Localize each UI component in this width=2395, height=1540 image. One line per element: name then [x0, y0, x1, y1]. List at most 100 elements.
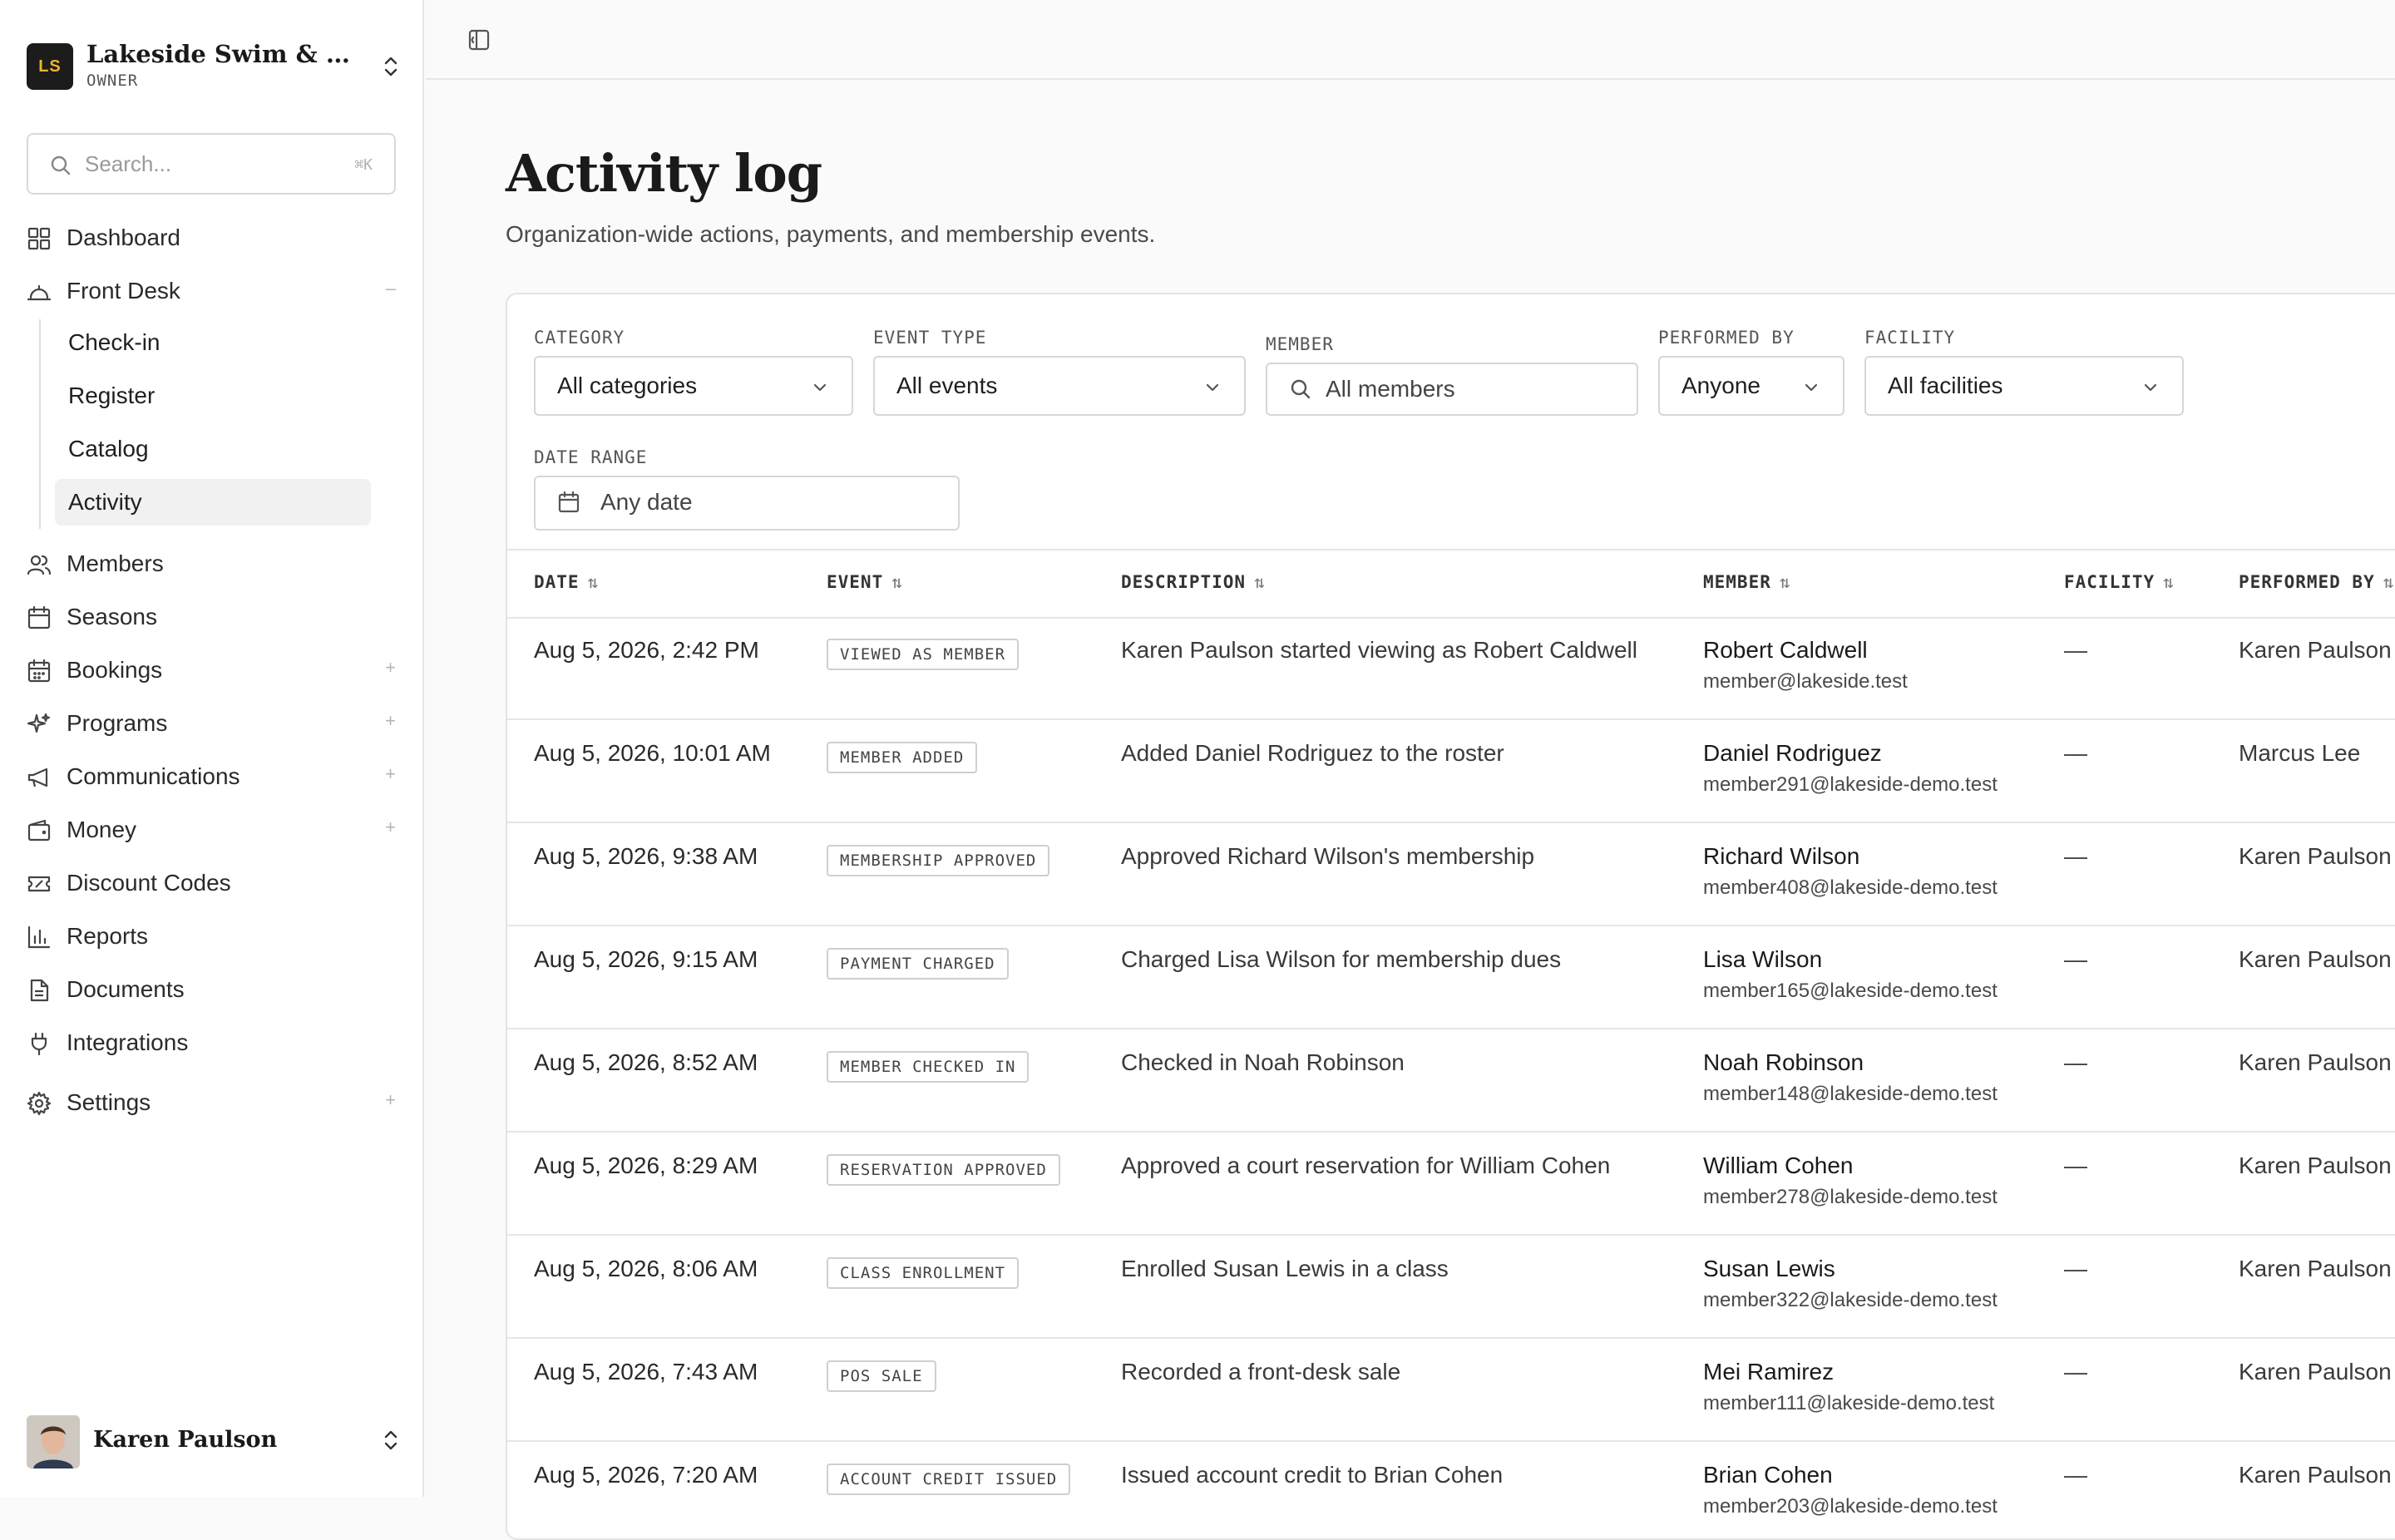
cell-description: Approved a court reservation for William… [1121, 1153, 1611, 1178]
cell-performed-by: Karen Paulson [2239, 1256, 2392, 1281]
event-badge: POS SALE [827, 1360, 936, 1392]
cell-member-name[interactable]: Noah Robinson [1703, 1049, 1864, 1076]
sidebar-item-bookings[interactable]: Bookings + [27, 649, 401, 692]
expand-toggle[interactable]: + [385, 657, 396, 679]
chevron-down-icon [813, 383, 827, 392]
cell-description: Approved Richard Wilson's membership [1121, 843, 1535, 869]
search-icon [51, 155, 71, 175]
sidebar-item-money[interactable]: Money + [27, 808, 401, 851]
sort-icon: ⇅ [891, 572, 903, 592]
cell-description: Issued account credit to Brian Cohen [1121, 1462, 1504, 1488]
users-icon [27, 555, 52, 575]
table-row[interactable]: Aug 5, 2026, 7:43 AM POS SALE Recorded a… [507, 1337, 2395, 1442]
cell-facility: — [2064, 946, 2087, 972]
date-range-value: Any date [600, 489, 693, 515]
cell-member-email: member291@lakeside-demo.test [1703, 773, 1997, 796]
sidebar-item-discount-codes[interactable]: Discount Codes [27, 861, 401, 905]
sidebar-item-integrations[interactable]: Integrations [27, 1021, 401, 1064]
cell-member-name[interactable]: Robert Caldwell [1703, 637, 1868, 664]
table-row[interactable]: Aug 5, 2026, 8:52 AM MEMBER CHECKED IN C… [507, 1028, 2395, 1133]
gear-icon [27, 1091, 52, 1116]
sidebar-item-label: Discount Codes [67, 870, 231, 896]
facility-select[interactable]: All facilities [1864, 356, 2184, 416]
column-header-event[interactable]: EVENT ⇅ [827, 572, 903, 592]
sort-icon: ⇅ [2163, 572, 2175, 592]
sidebar-item-dashboard[interactable]: Dashboard [27, 216, 401, 259]
cell-member-email: member203@lakeside-demo.test [1703, 1495, 1997, 1518]
expand-toggle[interactable]: + [385, 763, 396, 785]
filter-label-performed-by: PERFORMED BY [1658, 328, 1795, 348]
cell-member-email: member148@lakeside-demo.test [1703, 1083, 1997, 1105]
sidebar-item-label: Integrations [67, 1029, 189, 1055]
expand-toggle[interactable]: + [385, 710, 396, 732]
expand-toggle[interactable]: + [385, 817, 396, 838]
org-switcher[interactable]: LS Lakeside Swim & Tennis Club OWNER [27, 40, 401, 91]
sidebar-item-settings[interactable]: Settings + [27, 1081, 401, 1124]
cell-member-name[interactable]: Mei Ramirez [1703, 1359, 1834, 1385]
calendar-icon [558, 491, 580, 513]
sidebar: LS Lakeside Swim & Tennis Club OWNER Sea… [0, 0, 424, 1497]
select-value: All facilities [1888, 373, 2003, 398]
sidebar-item-communications[interactable]: Communications + [27, 755, 401, 798]
sidebar-item-reports[interactable]: Reports [27, 915, 401, 958]
event-badge: RESERVATION APPROVED [827, 1154, 1060, 1186]
column-header-label: DESCRIPTION [1121, 572, 1247, 592]
table-row[interactable]: Aug 5, 2026, 2:42 PM VIEWED AS MEMBER Ka… [507, 615, 2395, 720]
collapse-toggle[interactable]: – [386, 278, 396, 299]
table-row[interactable]: Aug 5, 2026, 8:06 AM CLASS ENROLLMENT En… [507, 1234, 2395, 1339]
sidebar-item-front-desk[interactable]: Front Desk – [27, 269, 401, 313]
cell-member-name[interactable]: William Cohen [1703, 1153, 1854, 1179]
sidebar-item-label: Bookings [67, 657, 163, 683]
cell-description: Charged Lisa Wilson for membership dues [1121, 946, 1562, 972]
avatar [27, 1415, 80, 1468]
cell-member-name[interactable]: Lisa Wilson [1703, 946, 1822, 973]
column-header-performed-by[interactable]: PERFORMED BY ⇅ [2239, 572, 2394, 592]
cell-date: Aug 5, 2026, 8:29 AM [534, 1153, 758, 1178]
member-search-input[interactable]: All members [1266, 363, 1638, 416]
table-row[interactable]: Aug 5, 2026, 9:38 AM MEMBERSHIP APPROVED… [507, 822, 2395, 926]
column-header-facility[interactable]: FACILITY ⇅ [2064, 572, 2175, 592]
sidebar-subitem-checkin[interactable]: Check-in [55, 319, 371, 366]
event-badge: PAYMENT CHARGED [827, 948, 1009, 980]
column-header-date[interactable]: DATE ⇅ [534, 572, 599, 592]
chevron-down-icon [2144, 383, 2157, 392]
sidebar-item-label: Programs [67, 710, 168, 736]
filter-label-date-range: DATE RANGE [534, 447, 648, 467]
performed-by-select[interactable]: Anyone [1658, 356, 1844, 416]
date-range-picker[interactable]: Any date [534, 476, 960, 531]
expand-toggle[interactable]: + [385, 1089, 396, 1111]
subitem-label: Activity [68, 489, 142, 515]
user-menu[interactable]: Karen Paulson [27, 1415, 401, 1468]
column-header-member[interactable]: MEMBER ⇅ [1703, 572, 1791, 592]
cell-member-name[interactable]: Brian Cohen [1703, 1462, 1833, 1488]
sort-icon: ⇅ [1779, 572, 1791, 592]
subitem-label: Register [68, 383, 156, 408]
cell-date: Aug 5, 2026, 10:01 AM [534, 740, 771, 766]
sidebar-item-documents[interactable]: Documents [27, 968, 401, 1011]
sidebar-item-programs[interactable]: Programs + [27, 702, 401, 745]
sidebar-item-label: Settings [67, 1089, 151, 1115]
sidebar-subitem-register[interactable]: Register [55, 373, 371, 419]
cell-member-name[interactable]: Daniel Rodriguez [1703, 740, 1882, 767]
sidebar-item-label: Dashboard [67, 225, 180, 250]
sidebar-toggle-icon[interactable] [467, 28, 491, 52]
table-row[interactable]: Aug 5, 2026, 10:01 AM MEMBER ADDED Added… [507, 718, 2395, 823]
cell-facility: — [2064, 1049, 2087, 1075]
search-input[interactable]: Search... ⌘K [27, 133, 396, 195]
category-select[interactable]: All categories [534, 356, 853, 416]
table-row[interactable]: Aug 5, 2026, 7:20 AM ACCOUNT CREDIT ISSU… [507, 1440, 2395, 1538]
cell-description: Karen Paulson started viewing as Robert … [1121, 637, 1637, 663]
sidebar-item-members[interactable]: Members [27, 542, 401, 585]
table-row[interactable]: Aug 5, 2026, 9:15 AM PAYMENT CHARGED Cha… [507, 925, 2395, 1029]
sidebar-item-seasons[interactable]: Seasons [27, 595, 401, 639]
subitem-label: Catalog [68, 436, 149, 462]
cell-member-name[interactable]: Susan Lewis [1703, 1256, 1835, 1282]
cell-member-name[interactable]: Richard Wilson [1703, 843, 1859, 870]
sidebar-subitem-activity[interactable]: Activity [55, 479, 371, 526]
column-header-description[interactable]: DESCRIPTION ⇅ [1121, 572, 1266, 592]
org-role: OWNER [86, 72, 139, 90]
event-type-select[interactable]: All events [873, 356, 1246, 416]
column-header-label: FACILITY [2064, 572, 2156, 592]
sidebar-subitem-catalog[interactable]: Catalog [55, 426, 371, 472]
table-row[interactable]: Aug 5, 2026, 8:29 AM RESERVATION APPROVE… [507, 1131, 2395, 1236]
